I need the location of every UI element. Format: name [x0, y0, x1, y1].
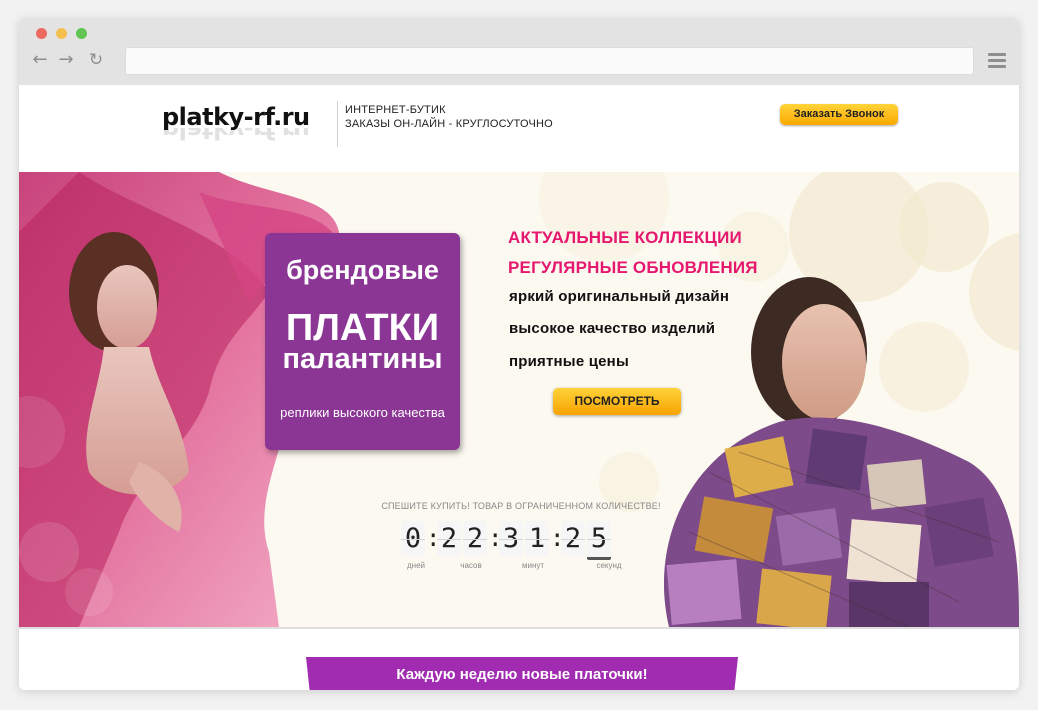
weekly-new-banner: Каждую неделю новые платочки!: [306, 657, 738, 690]
countdown-digit: 2: [561, 521, 585, 557]
tagline-line1: ИНТЕРНЕТ-БУТИК: [345, 104, 446, 116]
minimize-window-button[interactable]: [56, 28, 67, 39]
header-divider: [337, 101, 338, 147]
feature-quality: высокое качество изделий: [509, 320, 716, 337]
callback-button[interactable]: Заказать Звонок: [780, 104, 898, 125]
browser-window: ← → ↻ platky-rf.ru platky-rf.ru ИНТЕРНЕТ…: [19, 18, 1019, 690]
view-button[interactable]: ПОСМОТРЕТЬ: [553, 388, 681, 415]
maximize-window-button[interactable]: [76, 28, 87, 39]
countdown-separator: :: [488, 524, 503, 552]
tagline-line2: ЗАКАЗЫ ОН-ЛАЙН - КРУГЛОСУТОЧНО: [345, 118, 553, 130]
headline-updates: РЕГУЛЯРНЫЕ ОБНОВЛЕНИЯ: [508, 258, 758, 277]
header-tagline: ИНТЕРНЕТ-БУТИК ЗАКАЗЫ ОН-ЛАЙН - КРУГЛОСУ…: [345, 103, 553, 131]
countdown-unit-hours: часов: [460, 561, 482, 570]
countdown-separator: :: [550, 524, 565, 552]
countdown-separator: :: [426, 524, 441, 552]
back-arrow-icon[interactable]: ←: [31, 51, 49, 69]
countdown-digit: 0: [401, 521, 425, 557]
countdown-unit-seconds: секунд: [596, 561, 622, 570]
countdown-digit: 2: [463, 521, 487, 557]
headline-collections: АКТУАЛЬНЫЕ КОЛЛЕКЦИИ: [508, 228, 742, 247]
close-window-button[interactable]: [36, 28, 47, 39]
forward-arrow-icon[interactable]: →: [57, 51, 75, 69]
feature-design: яркий оригинальный дизайн: [509, 288, 730, 305]
page-content: platky-rf.ru platky-rf.ru ИНТЕРНЕТ-БУТИК…: [19, 85, 1019, 690]
countdown-digit: 2: [437, 521, 461, 557]
countdown-unit-minutes: минут: [521, 561, 545, 570]
hamburger-menu-icon[interactable]: [988, 53, 1006, 69]
promo-line-stoles: палантины: [282, 343, 443, 375]
countdown-digit: 3: [499, 521, 523, 557]
countdown-digit: 1: [525, 521, 549, 557]
promo-box: брендовые ПЛАТКИ палантины реплики высок…: [265, 233, 460, 450]
browser-toolbar: ← → ↻: [19, 18, 1019, 86]
promo-line-brand: брендовые: [286, 255, 439, 285]
address-bar[interactable]: [125, 47, 974, 75]
feature-prices: приятные цены: [509, 353, 629, 370]
countdown-unit-days: дней: [406, 561, 425, 570]
logo-reflection: platky-rf.ru: [162, 128, 310, 144]
countdown-digit: 5: [587, 521, 611, 560]
reload-icon[interactable]: ↻: [87, 51, 105, 69]
hero-banner: брендовые ПЛАТКИ палантины реплики высок…: [19, 172, 1019, 629]
promo-line-replicas: реплики высокого качества: [280, 405, 445, 420]
hurry-text: СПЕШИТЕ КУПИТЬ! ТОВАР В ОГРАНИЧЕННОМ КОЛ…: [381, 501, 661, 511]
site-logo[interactable]: platky-rf.ru: [162, 103, 310, 131]
